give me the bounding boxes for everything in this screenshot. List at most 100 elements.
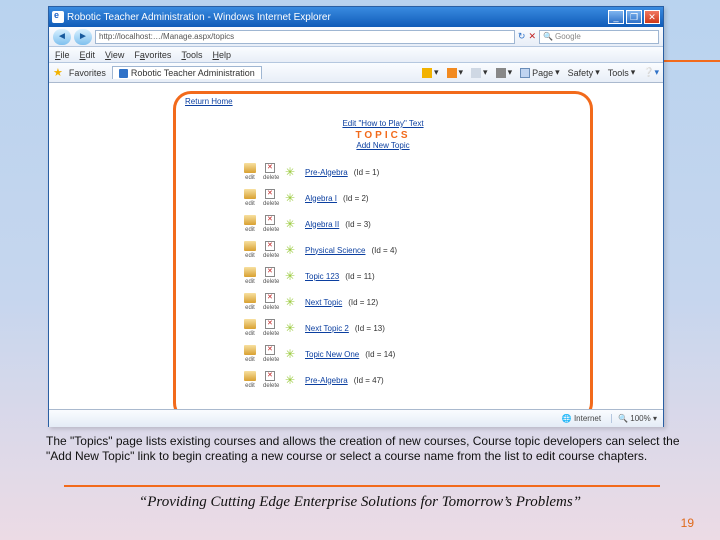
mail-icon: [471, 68, 481, 78]
page-menu[interactable]: Page ▾: [520, 67, 560, 78]
topic-name-link[interactable]: Pre-Algebra: [305, 168, 348, 177]
menu-edit[interactable]: Edit: [80, 50, 96, 60]
topic-id: (Id = 2): [343, 194, 369, 203]
ie-icon: [52, 11, 64, 23]
topic-row: editdelete✳Pre-Algebra (Id = 1): [243, 159, 573, 185]
menu-file[interactable]: File: [55, 50, 70, 60]
topic-id: (Id = 47): [354, 376, 384, 385]
star-icon: ✳: [285, 165, 295, 179]
menu-help[interactable]: Help: [212, 50, 231, 60]
printer-icon: [496, 68, 506, 78]
help-icon[interactable]: ❔▾: [643, 67, 659, 78]
close-button[interactable]: ✕: [644, 10, 660, 24]
slide-tagline: “Providing Cutting Edge Enterprise Solut…: [0, 494, 720, 511]
edit-icon[interactable]: [244, 319, 256, 329]
tools-menu[interactable]: Tools ▾: [608, 67, 636, 78]
favorites-label: Favorites: [69, 68, 106, 78]
home-button[interactable]: ▾: [422, 67, 439, 78]
star-icon: ✳: [285, 295, 295, 309]
mail-button[interactable]: ▾: [471, 67, 488, 78]
topic-row: editdelete✳Topic 123 (Id = 11): [243, 263, 573, 289]
star-icon: ✳: [285, 217, 295, 231]
edit-howto-link[interactable]: Edit "How to Play" Text: [173, 119, 593, 128]
edit-icon[interactable]: [244, 163, 256, 173]
delete-label: delete: [263, 253, 277, 259]
edit-icon[interactable]: [244, 345, 256, 355]
topic-name-link[interactable]: Pre-Algebra: [305, 376, 348, 385]
menu-tools[interactable]: Tools: [181, 50, 202, 60]
topic-id: (Id = 3): [345, 220, 371, 229]
return-home-link[interactable]: Return Home: [185, 97, 233, 106]
edit-icon[interactable]: [244, 371, 256, 381]
topic-id: (Id = 14): [365, 350, 395, 359]
star-icon: ✳: [285, 321, 295, 335]
page-content: Return Home Edit "How to Play" Text TOPI…: [49, 83, 663, 409]
topic-id: (Id = 13): [355, 324, 385, 333]
delete-label: delete: [263, 201, 277, 207]
tab-label: Robotic Teacher Administration: [131, 68, 255, 78]
search-input[interactable]: 🔍Google: [539, 30, 659, 44]
edit-label: edit: [243, 175, 257, 181]
edit-icon[interactable]: [244, 241, 256, 251]
favorites-toolbar: ★ Favorites Robotic Teacher Administrati…: [49, 63, 663, 83]
menu-view[interactable]: View: [105, 50, 124, 60]
menu-favorites[interactable]: Favorites: [134, 50, 171, 60]
zoom-control[interactable]: 🔍 100% ▾: [611, 414, 657, 423]
topic-row: editdelete✳Pre-Algebra (Id = 47): [243, 367, 573, 393]
star-icon: ✳: [285, 269, 295, 283]
add-new-topic-link[interactable]: Add New Topic: [173, 141, 593, 150]
topic-name-link[interactable]: Physical Science: [305, 246, 365, 255]
delete-icon[interactable]: [265, 293, 275, 303]
minimize-button[interactable]: _: [608, 10, 624, 24]
stop-icon[interactable]: ✕: [528, 31, 536, 42]
star-icon: ✳: [285, 347, 295, 361]
slide-caption: The "Topics" page lists existing courses…: [46, 434, 682, 464]
favorites-star-icon[interactable]: ★: [53, 66, 63, 79]
topic-row: editdelete✳Physical Science (Id = 4): [243, 237, 573, 263]
tab-favicon-icon: [119, 69, 128, 78]
edit-label: edit: [243, 201, 257, 207]
topic-name-link[interactable]: Next Topic 2: [305, 324, 349, 333]
edit-icon[interactable]: [244, 215, 256, 225]
topic-name-link[interactable]: Next Topic: [305, 298, 342, 307]
topic-row: editdelete✳Algebra I (Id = 2): [243, 185, 573, 211]
topic-name-link[interactable]: Topic New One: [305, 350, 359, 359]
browser-tab[interactable]: Robotic Teacher Administration: [112, 66, 262, 79]
edit-icon[interactable]: [244, 267, 256, 277]
delete-icon[interactable]: [265, 163, 275, 173]
delete-icon[interactable]: [265, 189, 275, 199]
forward-arrow-icon[interactable]: ►: [74, 29, 92, 45]
rss-icon: [447, 68, 457, 78]
topic-name-link[interactable]: Algebra I: [305, 194, 337, 203]
edit-label: edit: [243, 253, 257, 259]
delete-label: delete: [263, 383, 277, 389]
ie-window: Robotic Teacher Administration - Windows…: [48, 6, 664, 427]
topic-row: editdelete✳Algebra II (Id = 3): [243, 211, 573, 237]
delete-icon[interactable]: [265, 371, 275, 381]
topic-name-link[interactable]: Topic 123: [305, 272, 339, 281]
home-icon: [422, 68, 432, 78]
delete-icon[interactable]: [265, 319, 275, 329]
safety-menu[interactable]: Safety ▾: [568, 67, 600, 78]
delete-label: delete: [263, 305, 277, 311]
back-arrow-icon[interactable]: ◄: [53, 29, 71, 45]
delete-label: delete: [263, 279, 277, 285]
delete-icon[interactable]: [265, 345, 275, 355]
address-bar[interactable]: http://localhost:…/Manage.aspx/topics: [95, 30, 515, 44]
delete-icon[interactable]: [265, 267, 275, 277]
delete-icon[interactable]: [265, 215, 275, 225]
delete-label: delete: [263, 357, 277, 363]
edit-icon[interactable]: [244, 293, 256, 303]
edit-icon[interactable]: [244, 189, 256, 199]
print-button[interactable]: ▾: [496, 67, 513, 78]
page-icon: [520, 68, 530, 78]
topic-name-link[interactable]: Algebra II: [305, 220, 339, 229]
refresh-icon[interactable]: ↻: [518, 31, 526, 42]
window-title: Robotic Teacher Administration - Windows…: [67, 12, 331, 23]
topic-id: (Id = 4): [371, 246, 397, 255]
delete-icon[interactable]: [265, 241, 275, 251]
status-bar: 🌐 Internet 🔍 100% ▾: [49, 409, 663, 427]
maximize-button[interactable]: ❐: [626, 10, 642, 24]
slide-underline: [64, 485, 660, 487]
feeds-button[interactable]: ▾: [447, 67, 464, 78]
